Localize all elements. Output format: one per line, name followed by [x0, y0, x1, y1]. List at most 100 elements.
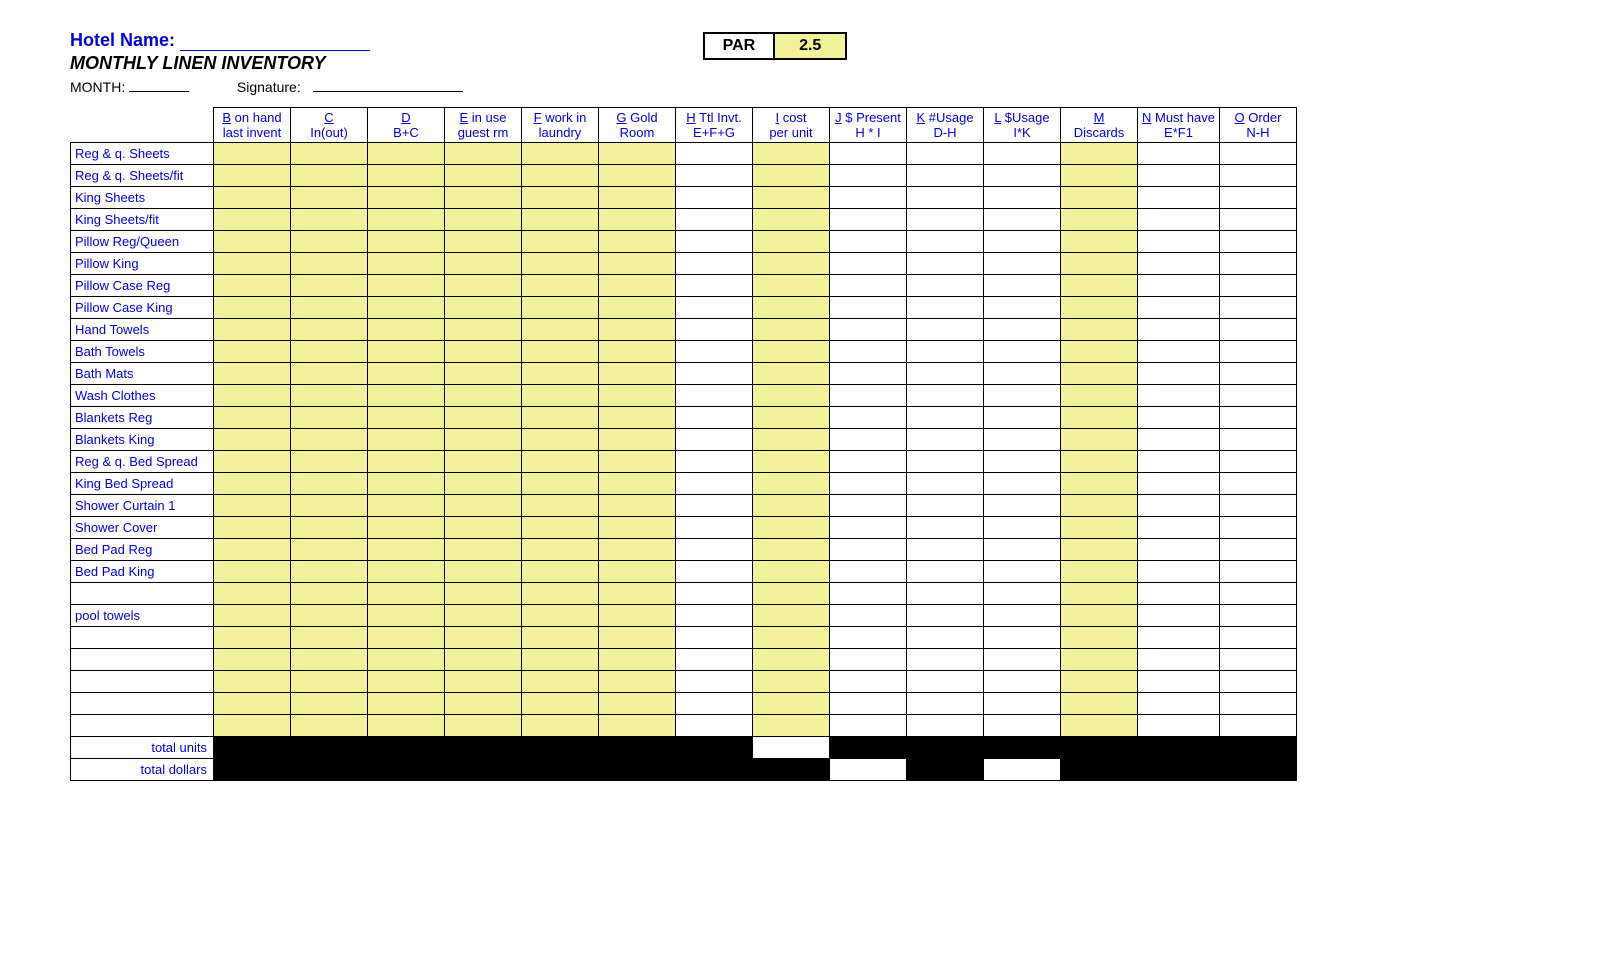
cell[interactable]: [676, 253, 753, 275]
cell[interactable]: [445, 561, 522, 583]
cell[interactable]: [214, 583, 291, 605]
cell[interactable]: [1061, 671, 1138, 693]
cell[interactable]: [599, 209, 676, 231]
cell[interactable]: [599, 143, 676, 165]
cell[interactable]: [753, 517, 830, 539]
cell[interactable]: [522, 297, 599, 319]
cell[interactable]: [214, 495, 291, 517]
cell[interactable]: [291, 715, 368, 737]
cell[interactable]: [753, 209, 830, 231]
cell[interactable]: [1061, 605, 1138, 627]
cell[interactable]: [368, 319, 445, 341]
cell[interactable]: [445, 649, 522, 671]
cell[interactable]: [368, 143, 445, 165]
cell[interactable]: [830, 693, 907, 715]
cell[interactable]: [1138, 627, 1220, 649]
cell[interactable]: [1138, 319, 1220, 341]
cell[interactable]: [753, 451, 830, 473]
cell[interactable]: [599, 605, 676, 627]
cell[interactable]: [1219, 165, 1296, 187]
cell[interactable]: [753, 341, 830, 363]
cell[interactable]: [445, 517, 522, 539]
cell[interactable]: [830, 297, 907, 319]
cell[interactable]: [1061, 143, 1138, 165]
cell[interactable]: [368, 583, 445, 605]
cell[interactable]: [830, 385, 907, 407]
cell[interactable]: [984, 715, 1061, 737]
cell[interactable]: [522, 429, 599, 451]
cell[interactable]: [1219, 363, 1296, 385]
cell[interactable]: [984, 209, 1061, 231]
cell[interactable]: [445, 253, 522, 275]
cell[interactable]: [599, 275, 676, 297]
cell[interactable]: [1061, 715, 1138, 737]
cell[interactable]: [1138, 605, 1220, 627]
cell[interactable]: [907, 539, 984, 561]
cell[interactable]: [214, 473, 291, 495]
cell[interactable]: [907, 209, 984, 231]
cell[interactable]: [214, 297, 291, 319]
cell[interactable]: [753, 495, 830, 517]
cell[interactable]: [291, 231, 368, 253]
cell[interactable]: [522, 495, 599, 517]
cell[interactable]: [368, 385, 445, 407]
cell[interactable]: [984, 473, 1061, 495]
cell[interactable]: [753, 561, 830, 583]
cell[interactable]: [753, 407, 830, 429]
cell[interactable]: [599, 231, 676, 253]
cell[interactable]: [1138, 561, 1220, 583]
cell[interactable]: [984, 165, 1061, 187]
cell[interactable]: [753, 165, 830, 187]
cell[interactable]: [1138, 693, 1220, 715]
cell[interactable]: [599, 319, 676, 341]
cell[interactable]: [599, 363, 676, 385]
cell[interactable]: [984, 363, 1061, 385]
cell[interactable]: [676, 187, 753, 209]
cell[interactable]: [214, 363, 291, 385]
cell[interactable]: [291, 583, 368, 605]
cell[interactable]: [676, 649, 753, 671]
cell[interactable]: [830, 495, 907, 517]
cell[interactable]: [830, 715, 907, 737]
cell[interactable]: [291, 671, 368, 693]
cell[interactable]: [676, 451, 753, 473]
cell[interactable]: [599, 539, 676, 561]
cell[interactable]: [1219, 143, 1296, 165]
cell[interactable]: [830, 627, 907, 649]
cell[interactable]: [1138, 407, 1220, 429]
cell[interactable]: [291, 297, 368, 319]
cell[interactable]: [368, 275, 445, 297]
cell[interactable]: [1138, 517, 1220, 539]
cell[interactable]: [676, 495, 753, 517]
cell[interactable]: [830, 231, 907, 253]
cell[interactable]: [1219, 231, 1296, 253]
cell[interactable]: [1061, 385, 1138, 407]
cell[interactable]: [984, 539, 1061, 561]
cell[interactable]: [522, 363, 599, 385]
cell[interactable]: [1061, 231, 1138, 253]
cell[interactable]: [445, 627, 522, 649]
cell[interactable]: [368, 341, 445, 363]
cell[interactable]: [984, 341, 1061, 363]
cell[interactable]: [1138, 165, 1220, 187]
cell[interactable]: [522, 693, 599, 715]
cell[interactable]: [445, 385, 522, 407]
cell[interactable]: [830, 363, 907, 385]
cell[interactable]: [1219, 649, 1296, 671]
cell[interactable]: [599, 649, 676, 671]
cell[interactable]: [984, 231, 1061, 253]
cell[interactable]: [214, 341, 291, 363]
cell[interactable]: [291, 209, 368, 231]
cell[interactable]: [830, 143, 907, 165]
cell[interactable]: [1138, 253, 1220, 275]
cell[interactable]: [1138, 143, 1220, 165]
cell[interactable]: [676, 341, 753, 363]
signature-field[interactable]: [313, 78, 463, 92]
cell[interactable]: [907, 693, 984, 715]
cell[interactable]: [1219, 429, 1296, 451]
cell[interactable]: [753, 671, 830, 693]
cell[interactable]: [1138, 341, 1220, 363]
cell[interactable]: [907, 495, 984, 517]
cell[interactable]: [522, 385, 599, 407]
cell[interactable]: [291, 561, 368, 583]
